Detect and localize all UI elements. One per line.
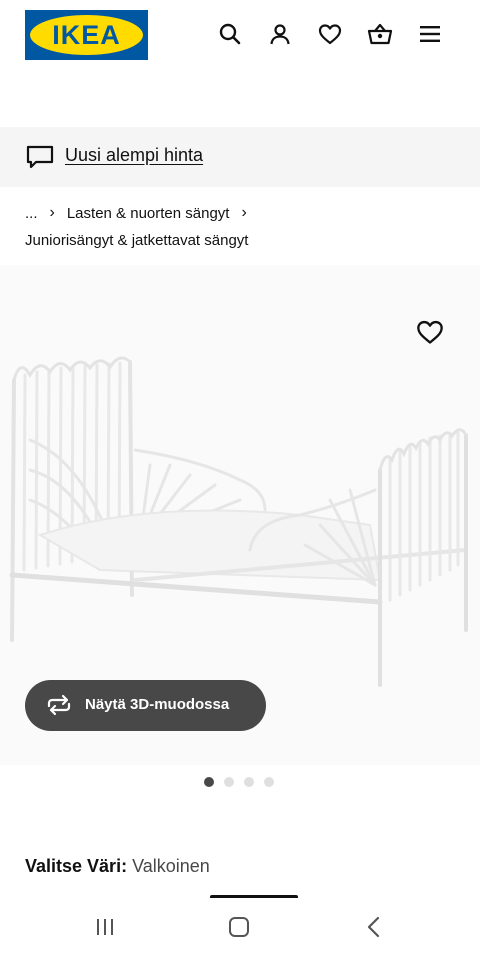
carousel-dot-2[interactable] — [224, 777, 234, 787]
back-icon[interactable] — [359, 914, 389, 940]
favourite-heart-icon[interactable] — [416, 318, 444, 346]
breadcrumb-separator: › — [241, 204, 247, 221]
breadcrumb-item-kids-beds[interactable]: Lasten & nuorten sängyt — [67, 205, 230, 222]
rotate-icon — [45, 693, 73, 717]
heart-icon[interactable] — [314, 18, 346, 50]
color-selector: Valitse Väri: Valkoinen — [25, 856, 210, 877]
menu-icon[interactable] — [414, 18, 446, 50]
carousel-dots — [204, 777, 274, 787]
chat-bubble-icon — [25, 144, 55, 170]
carousel-dot-4[interactable] — [264, 777, 274, 787]
recent-apps-icon[interactable] — [90, 914, 120, 940]
header: IKEA — [0, 0, 480, 70]
product-image-bed — [9, 356, 468, 687]
carousel-dot-1[interactable] — [204, 777, 214, 787]
logo-text: IKEA — [52, 19, 121, 50]
color-selector-value: Valkoinen — [132, 856, 210, 876]
color-selector-label: Valitse Väri: — [25, 856, 128, 876]
breadcrumb-ellipsis[interactable]: ... — [25, 205, 38, 222]
home-icon[interactable] — [224, 914, 254, 940]
account-icon[interactable] — [264, 18, 296, 50]
search-icon[interactable] — [214, 18, 246, 50]
price-banner: Uusi alempi hinta — [0, 127, 480, 187]
system-navigation-bar — [0, 898, 480, 958]
carousel-dot-3[interactable] — [244, 777, 254, 787]
view-in-3d-label: Näytä 3D-muodossa — [85, 696, 230, 713]
view-in-3d-button[interactable]: Näytä 3D-muodossa — [25, 680, 266, 731]
new-lower-price-link[interactable]: Uusi alempi hinta — [65, 145, 203, 166]
basket-icon[interactable] — [364, 18, 396, 50]
breadcrumb-separator: › — [49, 204, 55, 221]
breadcrumb-item-junior-beds[interactable]: Juniorisängyt & jatkettavat sängyt — [25, 232, 248, 249]
ikea-logo[interactable]: IKEA — [25, 10, 148, 60]
logo-oval: IKEA — [30, 15, 143, 55]
breadcrumb: ... › Lasten & nuorten sängyt › — [25, 204, 259, 222]
